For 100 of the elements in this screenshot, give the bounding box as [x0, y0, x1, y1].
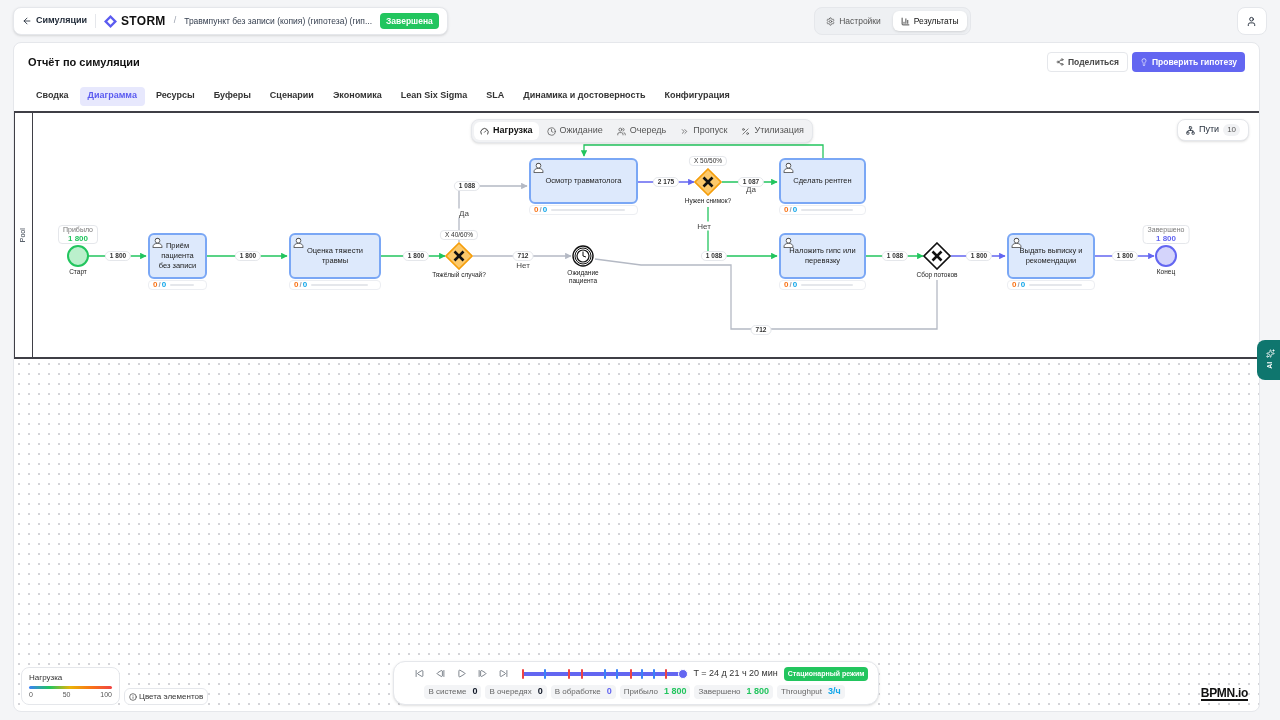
report-tab[interactable]: Экономика [324, 86, 390, 106]
count-separator: / [157, 281, 162, 289]
report-tab[interactable]: Буферы [205, 86, 259, 106]
gauge-icon [480, 126, 489, 136]
person-icon [533, 162, 544, 173]
hypothesis-button[interactable]: Проверить гипотезу [1132, 52, 1245, 72]
end-event[interactable] [1155, 245, 1177, 267]
report-tab[interactable]: Диаграмма [79, 86, 145, 106]
paths-label: Пути [1199, 123, 1220, 137]
timeline-marker [580, 668, 583, 679]
gateway-diamond[interactable] [445, 242, 473, 270]
lightbulb-icon [1140, 58, 1148, 66]
mode-tab[interactable]: Результаты [892, 11, 967, 31]
person-icon [1011, 237, 1022, 248]
timer-event[interactable] [572, 245, 594, 267]
person-icon [783, 237, 794, 248]
back-icon [22, 16, 32, 26]
count-separator: / [788, 281, 793, 289]
stat-label: Прибыло [623, 686, 658, 698]
step-forward-icon [478, 669, 488, 679]
network-icon [1186, 125, 1195, 135]
busy-count: 0 [542, 206, 548, 214]
person-icon [783, 162, 794, 173]
view-tab[interactable]: Очередь [610, 122, 673, 140]
report-tab[interactable]: Динамика и достоверность [515, 86, 654, 106]
count-separator: / [788, 206, 793, 214]
queued-count: 0 [153, 281, 158, 289]
report-tab[interactable]: SLA [478, 86, 513, 106]
skip-forward-icon [499, 669, 509, 679]
info-icon [129, 692, 137, 701]
stat-label: В обработке [554, 686, 601, 698]
busy-count: 0 [302, 281, 308, 289]
breadcrumb-title: Травмпункт без записи (копия) (гипотеза) (гип... [184, 14, 372, 28]
report-title: Отчёт по симуляции [28, 54, 140, 70]
stat-value: 0 [537, 685, 543, 699]
clock-icon [546, 126, 556, 136]
logo-icon [104, 14, 118, 28]
timeline-marker [543, 668, 546, 679]
settings-icon [826, 16, 836, 26]
view-tab[interactable]: Ожидание [540, 122, 609, 140]
stat-label: Завершено [698, 686, 741, 698]
stat-label: Throughput [781, 686, 822, 698]
timeline-marker [603, 668, 606, 679]
timeline-marker [665, 668, 668, 679]
queued-count: 0 [1012, 281, 1017, 289]
stat-value: 1 800 [663, 685, 687, 699]
view-tab[interactable]: Пропуск [674, 122, 734, 140]
stat-label: В системе [428, 686, 467, 698]
back-button[interactable]: Симуляции [22, 14, 97, 28]
count-separator: / [538, 206, 543, 214]
queued-count: 0 [784, 206, 789, 214]
timeline-thumb[interactable] [677, 668, 688, 679]
count-separator: / [1016, 281, 1021, 289]
breadcrumb-separator: / [173, 14, 177, 28]
share-button[interactable]: Поделиться [1046, 52, 1128, 72]
timeline-marker [629, 668, 632, 679]
count-separator: / [298, 281, 303, 289]
view-tab[interactable]: Утилизация [735, 122, 810, 140]
element-colors-button[interactable]: Цвета элементов [124, 688, 209, 705]
badge-value: 1 800 [68, 234, 88, 243]
view-tab[interactable]: Нагрузка [474, 122, 539, 140]
stat-value: 1 800 [746, 685, 770, 699]
share-icon [1055, 58, 1064, 66]
sequence-flow[interactable] [472, 252, 572, 260]
logo[interactable]: STORM [104, 12, 166, 30]
simulation-time: T = 24 д 21 ч 20 мин [693, 667, 778, 680]
report-tab[interactable]: Ресурсы [147, 86, 203, 106]
stat-value: 0 [472, 685, 478, 699]
bpmn-logo[interactable]: BPMN.io [1200, 687, 1248, 701]
paths-count: 10 [1223, 124, 1241, 136]
legend-title: Нагрузка [29, 671, 64, 684]
stat-value: 3/ч [828, 685, 841, 699]
skip-back-icon [415, 669, 425, 679]
percent-icon [741, 126, 751, 136]
person-icon [152, 237, 163, 248]
sparkle-icon [1265, 349, 1275, 359]
report-tab[interactable]: Сценарии [261, 86, 322, 106]
condition-label: Нет [696, 221, 712, 231]
status-badge: Завершена [380, 12, 439, 30]
report-tab[interactable]: Сводка [28, 86, 77, 106]
timeline-marker [653, 668, 655, 679]
user-button[interactable] [1237, 7, 1267, 35]
play-icon [457, 669, 467, 679]
people-icon [616, 126, 626, 136]
stat-value: 0 [606, 685, 612, 699]
paths-button[interactable]: Пути 10 [1177, 119, 1250, 141]
mode-tab[interactable]: Настройки [818, 11, 889, 31]
user-icon [1246, 15, 1258, 27]
report-tab[interactable]: Lean Six Sigma [392, 86, 476, 106]
report-tab[interactable]: Конфигурация [656, 86, 738, 106]
person-icon [293, 237, 304, 248]
gateway-diamond[interactable] [694, 168, 722, 196]
timeline-marker [522, 668, 525, 679]
busy-count: 0 [161, 281, 167, 289]
timeline-marker [568, 668, 571, 679]
gateway-diamond[interactable] [923, 242, 951, 270]
start-event[interactable] [67, 245, 89, 267]
badge-value: 1 800 [1156, 234, 1176, 243]
chart-icon [900, 16, 910, 26]
queued-count: 0 [534, 206, 539, 214]
